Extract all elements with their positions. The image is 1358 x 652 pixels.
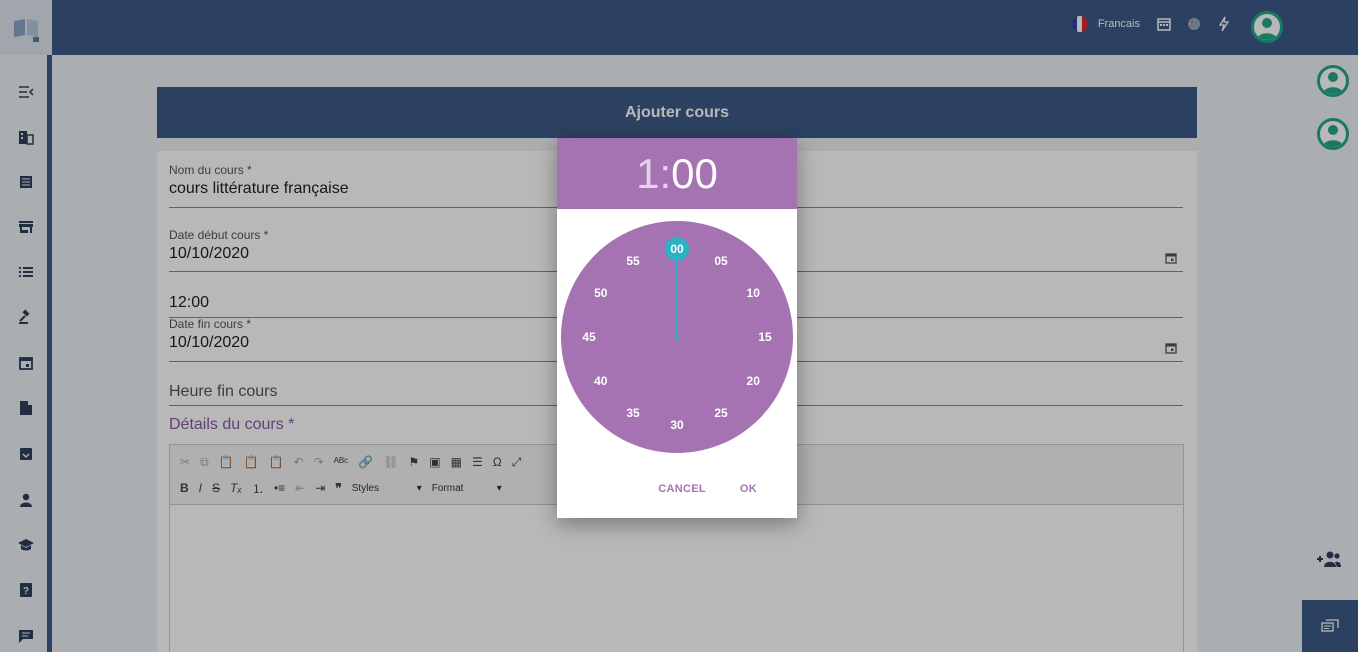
- cancel-button[interactable]: CANCEL: [658, 483, 706, 495]
- dial-minute-45[interactable]: 45: [582, 330, 596, 344]
- time-display: 1:00: [557, 138, 797, 209]
- dial-minute-40[interactable]: 40: [594, 374, 608, 388]
- dial-minute-50[interactable]: 50: [594, 286, 608, 300]
- hour-display[interactable]: 1: [636, 150, 659, 198]
- dial-minute-55[interactable]: 55: [626, 254, 640, 268]
- time-separator: :: [659, 149, 672, 197]
- dial-minute-35[interactable]: 35: [626, 406, 640, 420]
- minute-dial[interactable]: 00 05 10 15 20 25 30 35 40 45 50 55: [561, 221, 793, 453]
- minute-display[interactable]: 00: [671, 150, 718, 198]
- time-picker-dialog: 1:00 00 05 10 15 20 25 30 35 40 45 50 55 CANCEL OK: [557, 138, 797, 518]
- dial-center: [675, 335, 679, 339]
- dial-minute-10[interactable]: 10: [747, 286, 761, 300]
- picker-actions: CANCEL OK: [557, 483, 797, 495]
- dial-minute-25[interactable]: 25: [714, 406, 728, 420]
- dial-minute-15[interactable]: 15: [758, 330, 772, 344]
- dial-minute-20[interactable]: 20: [747, 374, 761, 388]
- dial-minute-30[interactable]: 30: [670, 418, 684, 432]
- ok-button[interactable]: OK: [740, 483, 757, 495]
- dial-minute-00[interactable]: 00: [670, 242, 684, 256]
- dial-minute-05[interactable]: 05: [714, 254, 728, 268]
